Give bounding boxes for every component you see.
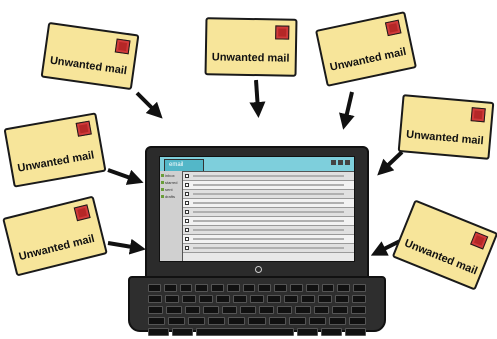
message-preview: [193, 247, 344, 249]
message-preview: [193, 229, 344, 231]
webcam: [255, 266, 262, 273]
sidebar-item-label: inbox: [165, 172, 175, 178]
minimize-icon[interactable]: [331, 160, 336, 165]
message-row[interactable]: [183, 190, 354, 199]
message-preview: [193, 202, 344, 204]
message-row[interactable]: [183, 226, 354, 235]
checkbox[interactable]: [185, 210, 189, 214]
sidebar-item-label: sent: [165, 186, 173, 192]
maximize-icon[interactable]: [338, 160, 343, 165]
message-row[interactable]: [183, 235, 354, 244]
checkbox[interactable]: [185, 174, 189, 178]
message-preview: [193, 211, 344, 213]
sidebar-item-starred[interactable]: starred: [161, 179, 181, 185]
message-row[interactable]: [183, 199, 354, 208]
message-row[interactable]: [183, 181, 354, 190]
message-preview: [193, 238, 344, 240]
message-preview: [193, 193, 344, 195]
folder-sidebar: inbox starred sent drafts: [160, 171, 183, 261]
sidebar-item-label: starred: [165, 179, 178, 185]
sidebar-item-drafts[interactable]: drafts: [161, 193, 181, 199]
message-preview: [193, 175, 344, 177]
message-row[interactable]: [183, 208, 354, 217]
laptop-base: [128, 276, 386, 336]
checkbox[interactable]: [185, 219, 189, 223]
title-bar: email: [160, 157, 354, 172]
message-row[interactable]: [183, 244, 354, 253]
email-window: email inbox starred sent drafts: [159, 156, 355, 262]
window-controls: [331, 160, 350, 165]
close-icon[interactable]: [345, 160, 350, 165]
message-list: [183, 172, 354, 261]
illustration: Unwanted mail Unwanted mail Unwanted mai…: [0, 0, 497, 336]
folder-icon: [161, 180, 164, 184]
laptop-screen-frame: email inbox starred sent drafts: [145, 146, 369, 278]
message-preview: [193, 184, 344, 186]
laptop: email inbox starred sent drafts: [0, 0, 497, 336]
folder-icon: [161, 194, 164, 198]
sidebar-item-inbox[interactable]: inbox: [161, 172, 181, 178]
checkbox[interactable]: [185, 246, 189, 250]
tab-email[interactable]: email: [164, 159, 205, 171]
checkbox[interactable]: [185, 237, 189, 241]
folder-icon: [161, 173, 164, 177]
checkbox[interactable]: [185, 183, 189, 187]
message-row[interactable]: [183, 217, 354, 226]
checkbox[interactable]: [185, 201, 189, 205]
keyboard: [148, 284, 367, 339]
sidebar-item-sent[interactable]: sent: [161, 186, 181, 192]
checkbox[interactable]: [185, 228, 189, 232]
message-row[interactable]: [183, 172, 354, 181]
message-preview: [193, 220, 344, 222]
folder-icon: [161, 187, 164, 191]
sidebar-item-label: drafts: [165, 193, 176, 199]
checkbox[interactable]: [185, 192, 189, 196]
